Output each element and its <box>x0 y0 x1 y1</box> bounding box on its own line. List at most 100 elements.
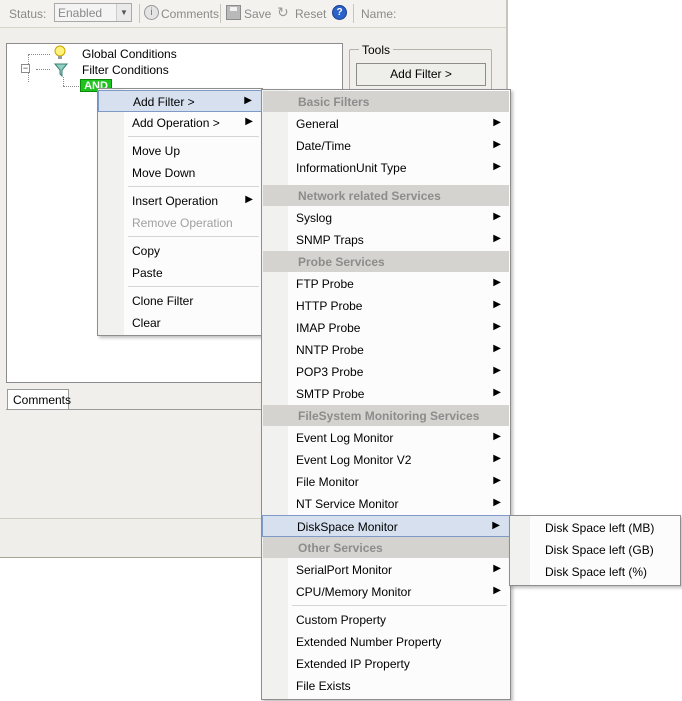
menu-item-label: SMTP Probe <box>296 387 365 401</box>
menu-item-event-log-monitor[interactable]: Event Log Monitor ▶ <box>262 427 510 449</box>
submenu-arrow-icon: ▶ <box>493 321 501 332</box>
comments-button-label: Comments <box>161 7 220 21</box>
tree-item-filter-conditions[interactable]: Filter Conditions <box>82 63 169 77</box>
tree-connector <box>63 86 81 87</box>
add-filter-button[interactable]: Add Filter > <box>356 63 486 86</box>
submenu-arrow-icon: ▶ <box>493 139 501 150</box>
menu-item-custom-property[interactable]: Custom Property <box>262 609 510 631</box>
save-button-label: Save <box>244 7 272 21</box>
tree-connector <box>63 77 64 86</box>
tab-comments[interactable]: Comments <box>7 389 71 409</box>
section-header-label: Basic Filters <box>298 95 370 109</box>
menu-item-label: Custom Property <box>296 613 387 627</box>
menu-item-ftp-probe[interactable]: FTP Probe ▶ <box>262 273 510 295</box>
menu-item-http-probe[interactable]: HTTP Probe ▶ <box>262 295 510 317</box>
menu-item-label: Syslog <box>296 211 333 225</box>
menu-item-label: NNTP Probe <box>296 343 364 357</box>
menu-item-diskspace-monitor[interactable]: DiskSpace Monitor ▶ <box>262 515 510 537</box>
toolbar-separator <box>220 4 221 23</box>
submenu-arrow-icon: ▶ <box>493 161 501 172</box>
menu-item-extended-number-property[interactable]: Extended Number Property <box>262 631 510 653</box>
toolbar-separator <box>353 4 354 23</box>
menu-item-date-time[interactable]: Date/Time ▶ <box>262 135 510 157</box>
section-header-label: FileSystem Monitoring Services <box>298 409 480 423</box>
submenu-arrow-icon: ▶ <box>493 475 501 486</box>
menu-item-nt-service-monitor[interactable]: NT Service Monitor ▶ <box>262 493 510 515</box>
submenu-arrow-icon: ▶ <box>493 117 501 128</box>
menu-item-label: Paste <box>132 266 163 280</box>
context-menu: Add Filter > ▶ Add Operation > ▶ Move Up Move… <box>97 88 263 336</box>
menu-item-label: HTTP Probe <box>296 299 363 313</box>
menu-section-header: Network related Services <box>263 185 509 206</box>
menu-item-move-down[interactable]: Move Down <box>98 162 262 184</box>
menu-item-smtp-probe[interactable]: SMTP Probe ▶ <box>262 383 510 405</box>
menu-item-pop3-probe[interactable]: POP3 Probe ▶ <box>262 361 510 383</box>
menu-item-add-filter[interactable]: Add Filter > ▶ <box>98 90 262 112</box>
filter-funnel-icon <box>53 63 69 78</box>
menu-item-insert-operation[interactable]: Insert Operation ▶ <box>98 190 262 212</box>
toolbar-separator <box>139 4 140 23</box>
tree-item-global-conditions[interactable]: Global Conditions <box>82 47 177 61</box>
submenu-arrow-icon: ▶ <box>493 431 501 442</box>
menu-item-event-log-monitor-v2[interactable]: Event Log Monitor V2 ▶ <box>262 449 510 471</box>
menu-item-label: IMAP Probe <box>296 321 361 335</box>
menu-item-clone-filter[interactable]: Clone Filter <box>98 290 262 312</box>
menu-item-disk-space-left-mb[interactable]: Disk Space left (MB) <box>510 517 680 539</box>
save-icon <box>226 5 241 20</box>
menu-item-clear[interactable]: Clear <box>98 312 262 334</box>
menu-item-imap-probe[interactable]: IMAP Probe ▶ <box>262 317 510 339</box>
menu-item-label: File Exists <box>296 679 351 693</box>
menu-item-label: InformationUnit Type <box>296 161 407 175</box>
menu-item-label: Event Log Monitor V2 <box>296 453 412 467</box>
submenu-arrow-icon: ▶ <box>244 95 252 106</box>
menu-item-add-operation[interactable]: Add Operation > ▶ <box>98 112 262 134</box>
menu-item-label: SerialPort Monitor <box>296 563 393 577</box>
menu-item-paste[interactable]: Paste <box>98 262 262 284</box>
status-label: Status: <box>9 7 47 21</box>
menu-item-disk-space-left[interactable]: Disk Space left (%) <box>510 561 680 583</box>
menu-item-informationunit-type[interactable]: InformationUnit Type ▶ <box>262 157 510 179</box>
menu-section-header: FileSystem Monitoring Services <box>263 405 509 426</box>
tree-collapse-toggle[interactable]: − <box>21 64 30 73</box>
submenu-arrow-icon: ▶ <box>245 194 253 205</box>
menu-item-syslog[interactable]: Syslog ▶ <box>262 207 510 229</box>
menu-item-label: Clear <box>132 316 161 330</box>
menu-item-extended-ip-property[interactable]: Extended IP Property <box>262 653 510 675</box>
menu-separator <box>292 605 507 606</box>
submenu-arrow-icon: ▶ <box>493 365 501 376</box>
toolbar: Status: Enabled ▼ i Comments Save ↻ Rese… <box>0 0 508 28</box>
diskspace-submenu: Disk Space left (MB) Disk Space left (GB)… <box>509 515 681 586</box>
chevron-down-icon: ▼ <box>116 4 131 21</box>
menu-item-label: Add Filter > <box>133 95 195 109</box>
menu-section-header: Probe Services <box>263 251 509 272</box>
submenu-arrow-icon: ▶ <box>492 520 500 531</box>
menu-item-move-up[interactable]: Move Up <box>98 140 262 162</box>
section-header-label: Network related Services <box>298 189 441 203</box>
menu-item-snmp-traps[interactable]: SNMP Traps ▶ <box>262 229 510 251</box>
submenu-arrow-icon: ▶ <box>493 585 501 596</box>
menu-item-file-exists[interactable]: File Exists <box>262 675 510 697</box>
status-dropdown[interactable]: Enabled ▼ <box>54 3 132 22</box>
menu-item-file-monitor[interactable]: File Monitor ▶ <box>262 471 510 493</box>
menu-item-label: CPU/Memory Monitor <box>296 585 412 599</box>
menu-item-label: Disk Space left (%) <box>545 565 648 579</box>
menu-separator <box>128 136 259 137</box>
comment-icon: i <box>144 5 159 20</box>
status-value: Enabled <box>58 6 103 20</box>
menu-item-serialport-monitor[interactable]: SerialPort Monitor ▶ <box>262 559 510 581</box>
menu-item-copy[interactable]: Copy <box>98 240 262 262</box>
menu-item-nntp-probe[interactable]: NNTP Probe ▶ <box>262 339 510 361</box>
submenu-arrow-icon: ▶ <box>493 343 501 354</box>
menu-item-general[interactable]: General ▶ <box>262 113 510 135</box>
menu-item-label: General <box>296 117 339 131</box>
menu-item-disk-space-left-gb[interactable]: Disk Space left (GB) <box>510 539 680 561</box>
reset-icon: ↻ <box>277 4 289 20</box>
menu-item-label: Copy <box>132 244 161 258</box>
reset-button-label: Reset <box>295 7 327 21</box>
menu-section-header: Other Services <box>263 537 509 558</box>
help-icon[interactable]: ? <box>332 5 347 20</box>
menu-item-cpu-memory-monitor[interactable]: CPU/Memory Monitor ▶ <box>262 581 510 603</box>
submenu-arrow-icon: ▶ <box>493 563 501 574</box>
menu-item-remove-operation: Remove Operation <box>98 212 262 234</box>
menu-item-label: File Monitor <box>296 475 359 489</box>
